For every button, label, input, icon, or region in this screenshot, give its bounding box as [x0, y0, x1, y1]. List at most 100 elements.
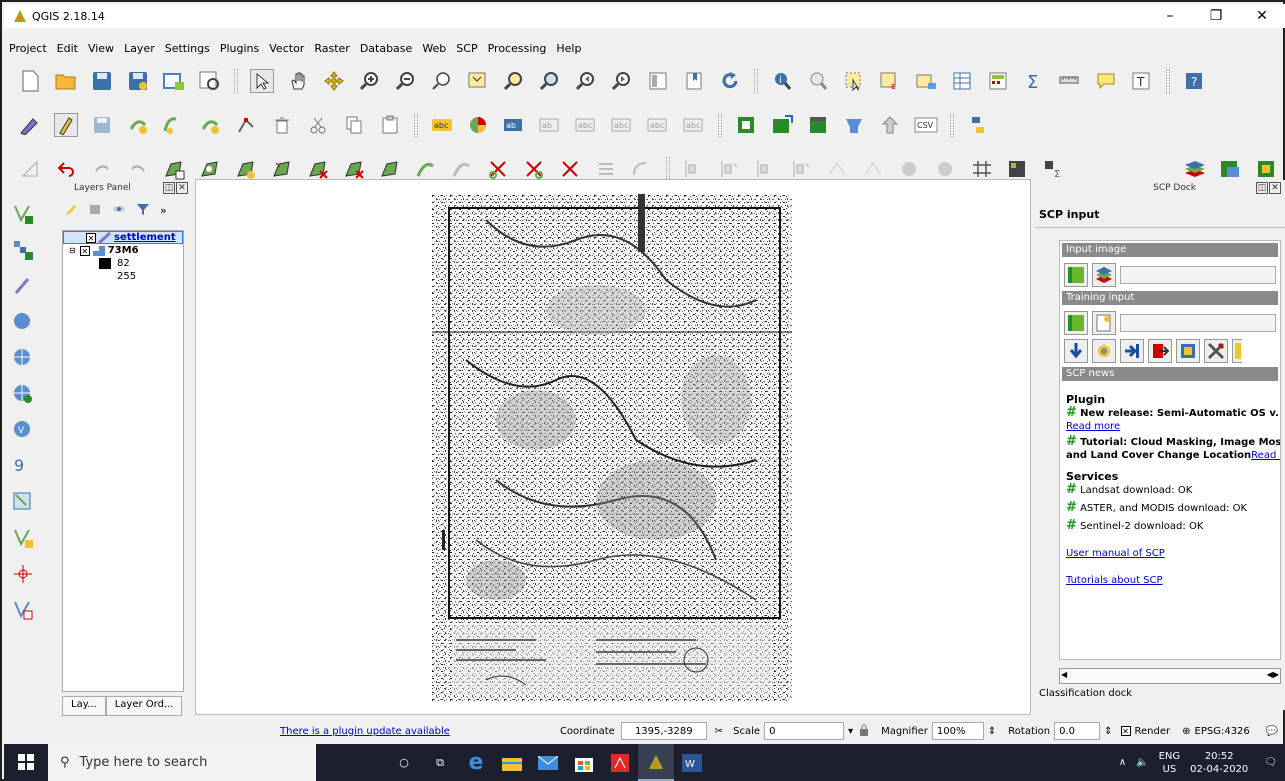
identify-features-icon[interactable]: i — [770, 69, 794, 93]
rotation-field[interactable]: 0.0 — [1054, 722, 1101, 740]
save-edits-icon[interactable] — [90, 113, 114, 137]
move-label-icon[interactable]: abc — [574, 113, 598, 137]
user-manual-icon[interactable] — [1232, 339, 1242, 363]
undo-icon[interactable] — [54, 157, 78, 181]
tab-layers[interactable]: Lay... — [62, 696, 106, 716]
merge-attributes-icon[interactable] — [594, 157, 618, 181]
add-spatialite-icon[interactable] — [11, 346, 35, 370]
input-image-combo[interactable] — [1120, 266, 1276, 284]
new-spatialite-layer-icon[interactable] — [11, 526, 35, 550]
new-training-input-button[interactable] — [1092, 311, 1116, 335]
csv-icon[interactable]: CSV — [914, 113, 938, 137]
select-expression-icon[interactable]: ε — [878, 69, 902, 93]
add-circular-string-icon[interactable] — [162, 113, 186, 137]
menu-database[interactable]: Database — [355, 42, 418, 55]
new-print-composer-icon[interactable] — [162, 69, 186, 93]
layer-item-73m6[interactable]: ⊟ ✕ 73M6 — [63, 244, 183, 257]
offset-curve-icon[interactable] — [414, 157, 438, 181]
save-as-icon[interactable] — [126, 69, 150, 93]
add-wfs-layer-icon[interactable]: 9 — [11, 454, 35, 478]
new-project-icon[interactable] — [18, 69, 42, 93]
new-bookmark-icon[interactable] — [682, 69, 706, 93]
layer-visibility-checkbox[interactable]: ✕ — [86, 232, 96, 243]
close-panel-button[interactable]: ✕ — [176, 182, 188, 194]
menu-help[interactable]: Help — [551, 42, 586, 55]
simplify-feature-icon[interactable] — [162, 157, 186, 181]
feature-tool-icon[interactable] — [898, 157, 922, 181]
rotation-spinner-icon[interactable]: ⇕ — [1104, 726, 1112, 737]
label-toolbar-icon[interactable]: abc — [430, 113, 454, 137]
scroll-right-icon[interactable]: ◀▶ — [1267, 670, 1279, 679]
undo-arrow-icon[interactable] — [90, 157, 114, 181]
split-parts-icon[interactable] — [522, 157, 546, 181]
style-manager-icon[interactable] — [64, 202, 78, 219]
add-wcs-layer-icon[interactable]: V — [11, 418, 35, 442]
read-more-2-link[interactable]: Read m — [1251, 450, 1280, 461]
zoom-next-icon[interactable] — [610, 69, 634, 93]
read-more-link[interactable]: Read more — [1066, 421, 1120, 432]
open-training-input-button[interactable] — [1064, 311, 1088, 335]
cut-features-icon[interactable] — [306, 113, 330, 137]
node-tool-icon[interactable] — [234, 113, 258, 137]
crs-globe-icon[interactable]: ⊕ — [1182, 726, 1190, 737]
preprocessing-icon[interactable] — [1120, 339, 1144, 363]
minimize-button[interactable]: – — [1147, 4, 1193, 28]
add-postgis-layer-icon[interactable] — [11, 310, 35, 334]
move-feature-icon[interactable] — [198, 113, 222, 137]
delete-selected-icon[interactable] — [270, 113, 294, 137]
composer-manager-icon[interactable] — [198, 69, 222, 93]
float-panel-button[interactable]: ◫ — [1256, 182, 1268, 194]
change-label-icon[interactable]: abc — [646, 113, 670, 137]
store-icon[interactable] — [566, 744, 602, 781]
menu-vector[interactable]: Vector — [264, 42, 309, 55]
label-tool-icon[interactable]: abc — [682, 113, 706, 137]
scp-preprocessing-icon[interactable] — [806, 113, 830, 137]
rotate-label-icon[interactable]: abc — [610, 113, 634, 137]
fill-ring-icon[interactable] — [270, 157, 294, 181]
zoom-last-icon[interactable] — [574, 69, 598, 93]
scp-band-set-icon[interactable] — [734, 113, 758, 137]
copy-features-icon[interactable] — [342, 113, 366, 137]
magnifier-spinner-icon[interactable]: ⇕ — [988, 726, 996, 737]
zoom-out-icon[interactable] — [394, 69, 418, 93]
scroll-left-icon[interactable]: ◀ — [1061, 670, 1067, 679]
close-panel-button[interactable]: ✕ — [1269, 182, 1281, 194]
map-canvas[interactable] — [195, 179, 1031, 715]
scp-download-icon[interactable] — [770, 113, 794, 137]
tools-icon[interactable] — [1092, 339, 1116, 363]
windows-start-icon[interactable] — [18, 754, 34, 773]
open-project-icon[interactable] — [54, 69, 78, 93]
add-feature-icon[interactable] — [126, 113, 150, 137]
band-calc-icon[interactable] — [1176, 339, 1200, 363]
close-button[interactable]: ✕ — [1239, 4, 1285, 28]
add-part-icon[interactable] — [234, 157, 258, 181]
add-group-icon[interactable] — [88, 202, 102, 219]
pan-map-icon[interactable] — [250, 69, 274, 93]
filter-legend-icon[interactable] — [136, 202, 150, 219]
delete-ring-icon[interactable] — [306, 157, 330, 181]
scp-classification-icon[interactable] — [1219, 157, 1243, 181]
notifications-icon[interactable]: 🗨 — [1264, 757, 1277, 768]
refresh-layers-button[interactable] — [1092, 263, 1116, 287]
classification-dock-label[interactable]: Classification dock — [1039, 688, 1132, 699]
layer-stack-icon[interactable] — [1183, 157, 1207, 181]
float-panel-button[interactable]: ◫ — [163, 182, 175, 194]
python-console-icon[interactable] — [966, 113, 990, 137]
training-input-combo[interactable] — [1120, 314, 1276, 332]
save-project-icon[interactable] — [90, 69, 114, 93]
settings-tools-icon[interactable] — [1204, 339, 1228, 363]
virtual-layer-icon[interactable] — [11, 598, 35, 622]
file-explorer-icon[interactable] — [494, 744, 530, 781]
measure-line-icon[interactable] — [1058, 69, 1082, 93]
crs-status[interactable]: EPSG:4326 — [1195, 726, 1250, 737]
tab-layer-order[interactable]: Layer Ord... — [105, 696, 183, 716]
messages-icon[interactable]: 💬 — [1266, 726, 1278, 737]
new-map-view-icon[interactable] — [646, 69, 670, 93]
merge-features-icon[interactable] — [558, 157, 582, 181]
align-move-icon[interactable] — [718, 157, 742, 181]
zoom-to-selection-icon[interactable] — [502, 69, 526, 93]
add-wms-layer-icon[interactable] — [11, 382, 35, 406]
zoom-to-layer-icon[interactable] — [538, 69, 562, 93]
menu-settings[interactable]: Settings — [160, 42, 215, 55]
cad-tools-icon[interactable] — [18, 157, 42, 181]
